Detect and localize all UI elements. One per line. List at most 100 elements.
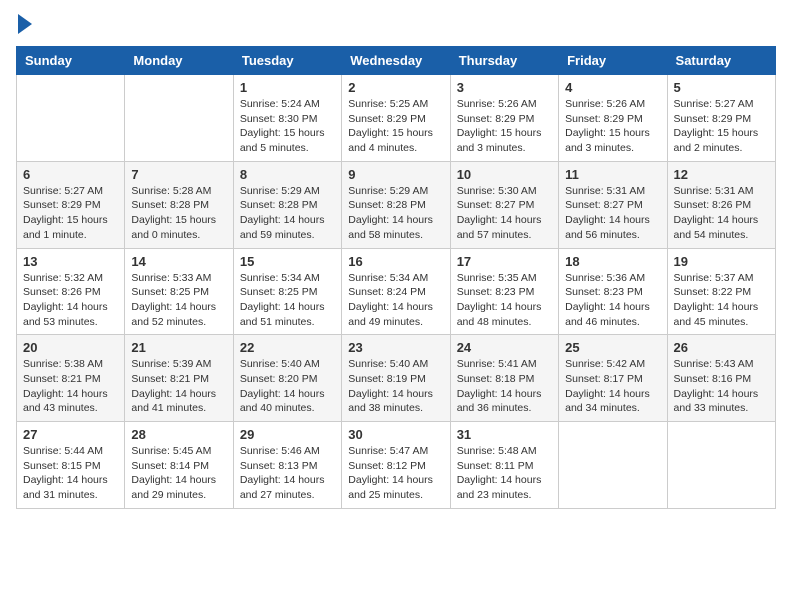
day-number: 9 xyxy=(348,167,443,182)
logo-arrow-icon xyxy=(18,14,32,34)
day-of-week-header: Thursday xyxy=(450,47,558,75)
day-number: 21 xyxy=(131,340,226,355)
day-number: 28 xyxy=(131,427,226,442)
calendar-cell: 4 Sunrise: 5:26 AM Sunset: 8:29 PM Daylig… xyxy=(559,75,667,162)
calendar-cell xyxy=(559,422,667,509)
calendar-week-row: 6 Sunrise: 5:27 AM Sunset: 8:29 PM Daylig… xyxy=(17,161,776,248)
day-number: 8 xyxy=(240,167,335,182)
day-info: Sunrise: 5:48 AM Sunset: 8:11 PM Dayligh… xyxy=(457,444,552,503)
day-info: Sunrise: 5:26 AM Sunset: 8:29 PM Dayligh… xyxy=(457,97,552,156)
day-number: 17 xyxy=(457,254,552,269)
day-number: 10 xyxy=(457,167,552,182)
day-info: Sunrise: 5:34 AM Sunset: 8:25 PM Dayligh… xyxy=(240,271,335,330)
day-info: Sunrise: 5:26 AM Sunset: 8:29 PM Dayligh… xyxy=(565,97,660,156)
day-info: Sunrise: 5:24 AM Sunset: 8:30 PM Dayligh… xyxy=(240,97,335,156)
day-info: Sunrise: 5:25 AM Sunset: 8:29 PM Dayligh… xyxy=(348,97,443,156)
day-info: Sunrise: 5:27 AM Sunset: 8:29 PM Dayligh… xyxy=(23,184,118,243)
day-number: 27 xyxy=(23,427,118,442)
calendar-cell: 8Sunrise: 5:29 AM Sunset: 8:28 PM Daylig… xyxy=(233,161,341,248)
calendar-week-row: 20 Sunrise: 5:38 AM Sunset: 8:21 PM Dayli… xyxy=(17,335,776,422)
calendar-cell: 10 Sunrise: 5:30 AM Sunset: 8:27 PM Dayli… xyxy=(450,161,558,248)
day-info: Sunrise: 5:38 AM Sunset: 8:21 PM Dayligh… xyxy=(23,357,118,416)
day-number: 29 xyxy=(240,427,335,442)
day-info: Sunrise: 5:40 AM Sunset: 8:20 PM Dayligh… xyxy=(240,357,335,416)
calendar-cell xyxy=(667,422,775,509)
day-number: 1 xyxy=(240,80,335,95)
calendar-cell: 2 Sunrise: 5:25 AM Sunset: 8:29 PM Daylig… xyxy=(342,75,450,162)
calendar-cell: 31 Sunrise: 5:48 AM Sunset: 8:11 PM Dayli… xyxy=(450,422,558,509)
calendar-cell xyxy=(125,75,233,162)
day-info: Sunrise: 5:33 AM Sunset: 8:25 PM Dayligh… xyxy=(131,271,226,330)
day-of-week-header: Monday xyxy=(125,47,233,75)
day-of-week-header: Wednesday xyxy=(342,47,450,75)
day-info: Sunrise: 5:28 AM Sunset: 8:28 PM Dayligh… xyxy=(131,184,226,243)
page-header xyxy=(16,16,776,34)
day-number: 5 xyxy=(674,80,769,95)
day-number: 30 xyxy=(348,427,443,442)
calendar-header-row: SundayMondayTuesdayWednesdayThursdayFrid… xyxy=(17,47,776,75)
day-number: 23 xyxy=(348,340,443,355)
day-info: Sunrise: 5:31 AM Sunset: 8:26 PM Dayligh… xyxy=(674,184,769,243)
day-number: 15 xyxy=(240,254,335,269)
calendar-week-row: 27Sunrise: 5:44 AM Sunset: 8:15 PM Dayli… xyxy=(17,422,776,509)
day-of-week-header: Friday xyxy=(559,47,667,75)
calendar-cell: 22 Sunrise: 5:40 AM Sunset: 8:20 PM Dayli… xyxy=(233,335,341,422)
day-info: Sunrise: 5:30 AM Sunset: 8:27 PM Dayligh… xyxy=(457,184,552,243)
calendar-cell: 15 Sunrise: 5:34 AM Sunset: 8:25 PM Dayli… xyxy=(233,248,341,335)
day-number: 24 xyxy=(457,340,552,355)
calendar-cell: 24 Sunrise: 5:41 AM Sunset: 8:18 PM Dayli… xyxy=(450,335,558,422)
calendar-cell: 5 Sunrise: 5:27 AM Sunset: 8:29 PM Daylig… xyxy=(667,75,775,162)
calendar-cell: 17 Sunrise: 5:35 AM Sunset: 8:23 PM Dayli… xyxy=(450,248,558,335)
day-number: 14 xyxy=(131,254,226,269)
calendar-cell: 3 Sunrise: 5:26 AM Sunset: 8:29 PM Daylig… xyxy=(450,75,558,162)
calendar-cell: 29 Sunrise: 5:46 AM Sunset: 8:13 PM Dayli… xyxy=(233,422,341,509)
day-number: 31 xyxy=(457,427,552,442)
calendar-cell: 28Sunrise: 5:45 AM Sunset: 8:14 PM Dayli… xyxy=(125,422,233,509)
day-number: 19 xyxy=(674,254,769,269)
day-of-week-header: Sunday xyxy=(17,47,125,75)
day-info: Sunrise: 5:34 AM Sunset: 8:24 PM Dayligh… xyxy=(348,271,443,330)
logo xyxy=(16,16,32,34)
calendar-cell: 27Sunrise: 5:44 AM Sunset: 8:15 PM Dayli… xyxy=(17,422,125,509)
calendar-cell: 21 Sunrise: 5:39 AM Sunset: 8:21 PM Dayli… xyxy=(125,335,233,422)
day-number: 2 xyxy=(348,80,443,95)
calendar-week-row: 1 Sunrise: 5:24 AM Sunset: 8:30 PM Daylig… xyxy=(17,75,776,162)
day-info: Sunrise: 5:32 AM Sunset: 8:26 PM Dayligh… xyxy=(23,271,118,330)
calendar-cell: 30 Sunrise: 5:47 AM Sunset: 8:12 PM Dayli… xyxy=(342,422,450,509)
day-of-week-header: Tuesday xyxy=(233,47,341,75)
calendar-cell: 14 Sunrise: 5:33 AM Sunset: 8:25 PM Dayli… xyxy=(125,248,233,335)
calendar-cell: 6 Sunrise: 5:27 AM Sunset: 8:29 PM Daylig… xyxy=(17,161,125,248)
day-info: Sunrise: 5:40 AM Sunset: 8:19 PM Dayligh… xyxy=(348,357,443,416)
day-number: 20 xyxy=(23,340,118,355)
calendar-cell: 12Sunrise: 5:31 AM Sunset: 8:26 PM Dayli… xyxy=(667,161,775,248)
day-info: Sunrise: 5:43 AM Sunset: 8:16 PM Dayligh… xyxy=(674,357,769,416)
day-number: 22 xyxy=(240,340,335,355)
day-info: Sunrise: 5:36 AM Sunset: 8:23 PM Dayligh… xyxy=(565,271,660,330)
calendar-cell: 25Sunrise: 5:42 AM Sunset: 8:17 PM Dayli… xyxy=(559,335,667,422)
day-number: 11 xyxy=(565,167,660,182)
day-info: Sunrise: 5:47 AM Sunset: 8:12 PM Dayligh… xyxy=(348,444,443,503)
calendar-cell: 20 Sunrise: 5:38 AM Sunset: 8:21 PM Dayli… xyxy=(17,335,125,422)
day-number: 6 xyxy=(23,167,118,182)
day-info: Sunrise: 5:39 AM Sunset: 8:21 PM Dayligh… xyxy=(131,357,226,416)
calendar-cell: 13 Sunrise: 5:32 AM Sunset: 8:26 PM Dayli… xyxy=(17,248,125,335)
calendar-table: SundayMondayTuesdayWednesdayThursdayFrid… xyxy=(16,46,776,509)
calendar-cell: 16Sunrise: 5:34 AM Sunset: 8:24 PM Dayli… xyxy=(342,248,450,335)
day-info: Sunrise: 5:27 AM Sunset: 8:29 PM Dayligh… xyxy=(674,97,769,156)
day-info: Sunrise: 5:41 AM Sunset: 8:18 PM Dayligh… xyxy=(457,357,552,416)
calendar-cell: 26 Sunrise: 5:43 AM Sunset: 8:16 PM Dayli… xyxy=(667,335,775,422)
calendar-cell: 23 Sunrise: 5:40 AM Sunset: 8:19 PM Dayli… xyxy=(342,335,450,422)
calendar-cell: 9 Sunrise: 5:29 AM Sunset: 8:28 PM Daylig… xyxy=(342,161,450,248)
calendar-cell: 18Sunrise: 5:36 AM Sunset: 8:23 PM Dayli… xyxy=(559,248,667,335)
day-number: 3 xyxy=(457,80,552,95)
day-number: 26 xyxy=(674,340,769,355)
day-info: Sunrise: 5:31 AM Sunset: 8:27 PM Dayligh… xyxy=(565,184,660,243)
day-number: 4 xyxy=(565,80,660,95)
day-number: 25 xyxy=(565,340,660,355)
day-info: Sunrise: 5:46 AM Sunset: 8:13 PM Dayligh… xyxy=(240,444,335,503)
day-info: Sunrise: 5:29 AM Sunset: 8:28 PM Dayligh… xyxy=(348,184,443,243)
calendar-cell: 19Sunrise: 5:37 AM Sunset: 8:22 PM Dayli… xyxy=(667,248,775,335)
day-number: 7 xyxy=(131,167,226,182)
day-info: Sunrise: 5:35 AM Sunset: 8:23 PM Dayligh… xyxy=(457,271,552,330)
day-number: 13 xyxy=(23,254,118,269)
